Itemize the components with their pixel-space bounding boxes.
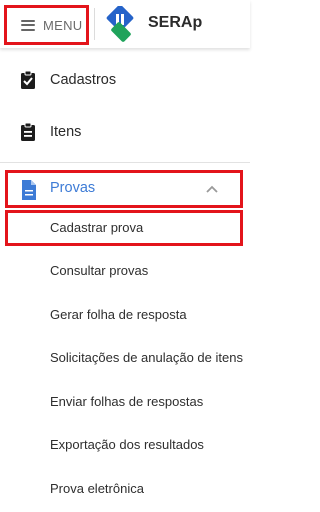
nav-divider bbox=[0, 162, 250, 163]
submenu-exportacao-resultados[interactable]: Exportação dos resultados bbox=[50, 437, 204, 452]
nav-label-cadastros: Cadastros bbox=[50, 72, 117, 88]
chevron-up-icon[interactable] bbox=[204, 181, 220, 197]
hamburger-icon bbox=[21, 19, 35, 31]
nav-item-cadastros[interactable]: Cadastros bbox=[0, 60, 250, 100]
submenu-enviar-folhas[interactable]: Enviar folhas de respostas bbox=[50, 394, 203, 409]
top-bar: MENU SERAp bbox=[0, 0, 250, 48]
submenu-cadastrar-prova[interactable]: Cadastrar prova bbox=[50, 220, 143, 235]
menu-button[interactable]: MENU bbox=[4, 5, 89, 45]
nav-item-itens[interactable]: Itens bbox=[0, 112, 250, 152]
submenu-gerar-folha-resposta[interactable]: Gerar folha de resposta bbox=[50, 307, 187, 322]
submenu-solicitacoes-anulacao[interactable]: Solicitações de anulação de itens bbox=[50, 350, 243, 365]
submenu-consultar-provas[interactable]: Consultar provas bbox=[50, 263, 148, 278]
menu-label: MENU bbox=[43, 17, 83, 33]
serap-logo-icon bbox=[106, 6, 134, 42]
nav-label-itens: Itens bbox=[50, 124, 82, 140]
nav-item-provas[interactable]: Provas bbox=[5, 170, 243, 208]
submenu-prova-eletronica[interactable]: Prova eletrônica bbox=[50, 481, 144, 496]
header-divider bbox=[94, 8, 95, 40]
brand-title: SERAp bbox=[148, 14, 203, 31]
document-icon bbox=[22, 180, 36, 200]
nav-label-provas: Provas bbox=[50, 180, 96, 196]
clipboard-check-icon bbox=[21, 70, 35, 89]
clipboard-list-icon bbox=[21, 122, 35, 141]
